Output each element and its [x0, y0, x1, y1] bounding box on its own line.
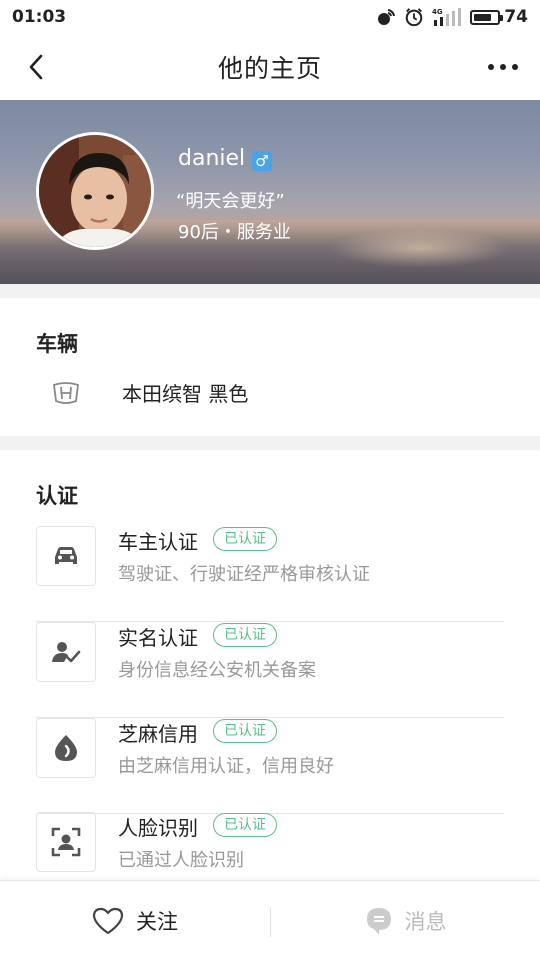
- verified-badge: 已认证: [213, 719, 277, 743]
- certification-section: 认证 车主认证 已认证 驾驶证、行驶证经严格审核认证 实名认证 已认证 身份信息…: [0, 450, 540, 880]
- message-button[interactable]: 消息: [271, 881, 540, 960]
- message-label: 消息: [404, 910, 447, 934]
- signal-wave-icon: [376, 7, 396, 27]
- vehicle-section-title: 车辆: [36, 332, 78, 356]
- more-dot-icon: [512, 64, 518, 70]
- cert-item-realname[interactable]: 实名认证 已认证 身份信息经公安机关备案: [36, 622, 504, 718]
- avatar[interactable]: [36, 132, 154, 250]
- cellular-signal-icon: 4G: [432, 7, 462, 27]
- verified-badge: 已认证: [213, 813, 277, 837]
- male-gender-icon: ♂: [252, 151, 272, 171]
- status-icons: 4G 74: [376, 7, 528, 27]
- profile-header: daniel ♂ “明天会更好” 90后・服务业: [0, 100, 540, 284]
- chevron-left-icon: [29, 54, 43, 80]
- cert-name: 车主认证: [118, 530, 198, 554]
- verified-badge: 已认证: [213, 623, 277, 647]
- honda-logo-icon: [52, 382, 80, 404]
- cert-name: 人脸识别: [118, 816, 198, 840]
- status-time: 01:03: [12, 7, 67, 27]
- cert-item-owner[interactable]: 车主认证 已认证 驾驶证、行驶证经严格审核认证: [36, 526, 504, 622]
- more-dot-icon: [488, 64, 494, 70]
- more-dot-icon: [500, 64, 506, 70]
- profile-tags: 90后・服务业: [178, 222, 291, 243]
- user-check-icon: [36, 622, 96, 682]
- page-title: 他的主页: [217, 54, 322, 83]
- heart-icon: [92, 907, 124, 935]
- status-bar: 01:03 4G 74: [0, 0, 540, 34]
- cert-name: 实名认证: [118, 626, 198, 650]
- car-icon: [36, 526, 96, 586]
- battery-indicator: 74: [470, 7, 528, 27]
- follow-button[interactable]: 关注: [0, 881, 270, 960]
- cert-name: 芝麻信用: [118, 722, 198, 746]
- face-scan-icon: [36, 812, 96, 872]
- vehicle-description: 本田缤智 黑色: [122, 382, 249, 406]
- cert-description: 驾驶证、行驶证经严格审核认证: [118, 564, 370, 585]
- cert-description: 已通过人脸识别: [118, 850, 244, 871]
- message-bubble-icon: [366, 908, 391, 935]
- cert-description: 身份信息经公安机关备案: [118, 660, 316, 681]
- network-type: 4G: [432, 8, 443, 16]
- vehicle-section: 车辆 本田缤智 黑色: [0, 298, 540, 436]
- alarm-clock-icon: [404, 7, 424, 27]
- nickname: daniel: [178, 146, 246, 171]
- certification-section-title: 认证: [36, 484, 78, 508]
- nav-bar: 他的主页: [0, 34, 540, 100]
- battery-icon: [470, 9, 504, 25]
- signature: “明天会更好”: [176, 191, 285, 212]
- follow-label: 关注: [136, 910, 178, 934]
- bottom-action-bar: 关注 消息: [0, 880, 540, 960]
- battery-level: 74: [504, 7, 528, 27]
- back-button[interactable]: [22, 52, 52, 82]
- cert-item-sesame[interactable]: 芝麻信用 已认证 由芝麻信用认证，信用良好: [36, 718, 504, 814]
- sesame-credit-icon: [36, 718, 96, 778]
- cert-description: 由芝麻信用认证，信用良好: [118, 756, 334, 777]
- verified-badge: 已认证: [213, 527, 277, 551]
- more-options-button[interactable]: [488, 54, 518, 80]
